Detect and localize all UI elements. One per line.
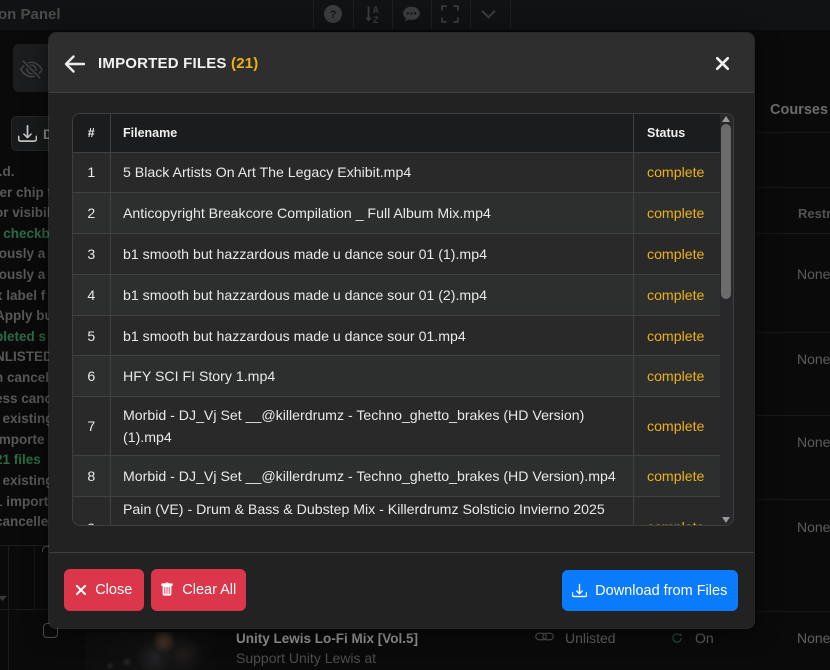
svg-text:Z: Z: [373, 15, 379, 24]
svg-text:A: A: [373, 5, 380, 15]
svg-text:?: ?: [330, 9, 337, 21]
